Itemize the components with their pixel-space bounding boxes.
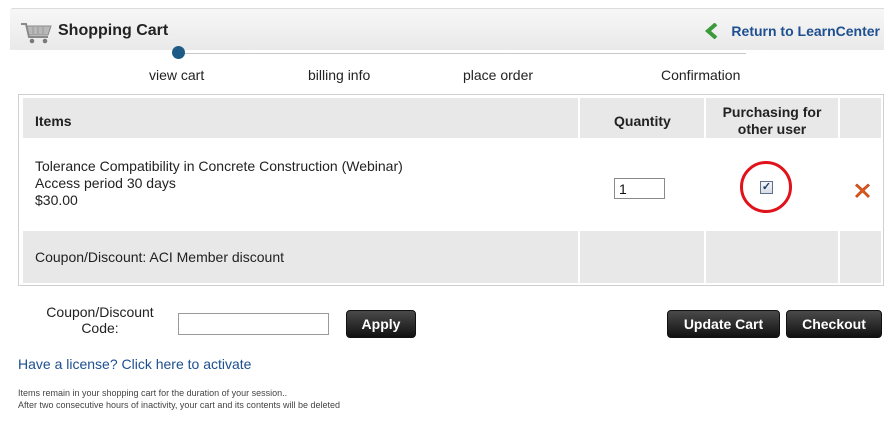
activate-license-link[interactable]: Have a license? Click here to activate <box>18 356 251 372</box>
item-name: Tolerance Compatibility in Concrete Cons… <box>35 158 403 174</box>
chevron-left-icon <box>705 23 718 39</box>
purchasing-checkbox-wrap: ✓ <box>739 160 793 214</box>
item-price: $30.00 <box>35 192 78 208</box>
delete-x-icon[interactable] <box>854 182 871 199</box>
step-place-order: place order <box>463 67 534 83</box>
header-purchasing-for-other-user: Purchasing for other user <box>722 104 822 137</box>
checkout-button[interactable]: Checkout <box>786 310 882 338</box>
page-header: Shopping Cart Return to LearnCenter <box>10 8 884 50</box>
cart-table: Items Quantity Purchasing for other user… <box>18 94 884 286</box>
step-billing-info: billing info <box>308 67 371 83</box>
item-details: Tolerance Compatibility in Concrete Cons… <box>35 158 403 209</box>
coupon-code-label: Coupon/Discount Code: <box>46 304 154 336</box>
header-items: Items <box>35 113 72 129</box>
step-progress-line <box>178 53 746 54</box>
coupon-discount-row: Coupon/Discount: ACI Member discount <box>19 231 883 283</box>
applied-coupon-text: Coupon/Discount: ACI Member discount <box>35 249 285 265</box>
cart-session-note: Items remain in your shopping cart for t… <box>18 388 288 398</box>
quantity-input[interactable] <box>614 178 665 199</box>
table-row: Tolerance Compatibility in Concrete Cons… <box>19 141 883 228</box>
purchasing-for-other-user-checkbox[interactable]: ✓ <box>760 181 773 194</box>
return-link-label[interactable]: Return to LearnCenter <box>731 23 880 39</box>
page-title: Shopping Cart <box>58 22 169 39</box>
coupon-code-input[interactable] <box>178 313 329 335</box>
checkout-steps: view cart billing info place order Confi… <box>0 46 884 90</box>
shopping-cart-icon <box>21 23 52 44</box>
cart-table-header: Items Quantity Purchasing for other user <box>19 98 883 138</box>
current-step-indicator <box>172 46 185 59</box>
apply-button[interactable]: Apply <box>346 310 416 338</box>
step-confirmation: Confirmation <box>661 67 741 83</box>
update-cart-button[interactable]: Update Cart <box>667 310 780 338</box>
header-quantity: Quantity <box>614 113 671 129</box>
cart-inactivity-note: After two consecutive hours of inactivit… <box>18 400 340 410</box>
item-access-period: Access period 30 days <box>35 175 176 191</box>
return-to-learncenter-link[interactable]: Return to LearnCenter <box>705 23 880 39</box>
step-view-cart: view cart <box>149 67 205 83</box>
